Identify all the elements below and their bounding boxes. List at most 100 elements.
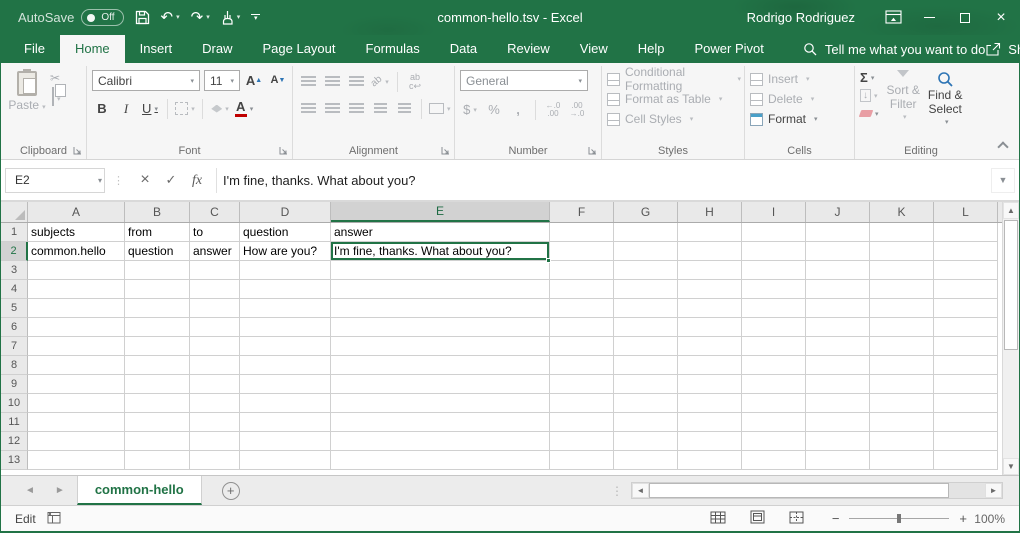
- format-painter-button[interactable]: [50, 109, 61, 127]
- redo-button[interactable]: ↷: [191, 10, 210, 25]
- increase-decimal-button[interactable]: ←.0.00: [543, 99, 563, 120]
- cell-A11[interactable]: [28, 413, 125, 432]
- cell-K9[interactable]: [870, 375, 934, 394]
- cell-C11[interactable]: [190, 413, 240, 432]
- cell-E13[interactable]: [331, 451, 550, 470]
- percent-style-button[interactable]: %: [484, 99, 504, 120]
- cell-J9[interactable]: [806, 375, 870, 394]
- cell-K1[interactable]: [870, 223, 934, 242]
- cell-A3[interactable]: [28, 261, 125, 280]
- cell-A6[interactable]: [28, 318, 125, 337]
- cell-H10[interactable]: [678, 394, 742, 413]
- align-right-button[interactable]: [346, 98, 366, 119]
- zoom-out-button[interactable]: −: [832, 511, 840, 526]
- cell-C13[interactable]: [190, 451, 240, 470]
- column-header-H[interactable]: H: [678, 202, 742, 222]
- row-header-12[interactable]: 12: [1, 432, 28, 451]
- font-color-button[interactable]: A: [234, 98, 254, 119]
- clipboard-dialog-launcher[interactable]: [73, 146, 82, 155]
- tab-draw[interactable]: Draw: [187, 35, 247, 63]
- cell-H12[interactable]: [678, 432, 742, 451]
- cell-L7[interactable]: [934, 337, 998, 356]
- cell-H7[interactable]: [678, 337, 742, 356]
- zoom-slider[interactable]: [849, 518, 949, 519]
- name-box[interactable]: E2: [5, 168, 105, 193]
- cell-C8[interactable]: [190, 356, 240, 375]
- next-sheet-button[interactable]: ►: [55, 485, 65, 496]
- horizontal-scrollbar[interactable]: ◄ ►: [631, 482, 1003, 499]
- column-header-D[interactable]: D: [240, 202, 331, 222]
- delete-cells-button[interactable]: Delete: [750, 89, 851, 109]
- cell-L5[interactable]: [934, 299, 998, 318]
- cell-K7[interactable]: [870, 337, 934, 356]
- tab-review[interactable]: Review: [492, 35, 565, 63]
- underline-button[interactable]: U: [140, 98, 160, 119]
- cell-I9[interactable]: [742, 375, 806, 394]
- cell-F13[interactable]: [550, 451, 614, 470]
- merge-center-button[interactable]: [429, 98, 451, 119]
- cell-L12[interactable]: [934, 432, 998, 451]
- cell-D13[interactable]: [240, 451, 331, 470]
- cell-B5[interactable]: [125, 299, 190, 318]
- decrease-font-size-button[interactable]: A▼: [268, 70, 288, 91]
- vertical-scroll-track[interactable]: [1003, 351, 1019, 458]
- tab-power-pivot[interactable]: Power Pivot: [680, 35, 779, 63]
- cell-E11[interactable]: [331, 413, 550, 432]
- tab-file[interactable]: File: [9, 35, 60, 63]
- cell-L13[interactable]: [934, 451, 998, 470]
- cell-J2[interactable]: [806, 242, 870, 261]
- cell-E3[interactable]: [331, 261, 550, 280]
- cell-I7[interactable]: [742, 337, 806, 356]
- cell-I11[interactable]: [742, 413, 806, 432]
- cell-J11[interactable]: [806, 413, 870, 432]
- minimize-button[interactable]: [911, 0, 947, 35]
- cell-G9[interactable]: [614, 375, 678, 394]
- cell-F8[interactable]: [550, 356, 614, 375]
- cell-B10[interactable]: [125, 394, 190, 413]
- normal-view-button[interactable]: [710, 511, 726, 527]
- font-name-combo[interactable]: Calibri: [92, 70, 200, 91]
- cell-D8[interactable]: [240, 356, 331, 375]
- macro-record-button[interactable]: [47, 511, 61, 527]
- row-header-3[interactable]: 3: [1, 261, 28, 280]
- cell-D2[interactable]: How are you?: [240, 242, 331, 261]
- cell-L8[interactable]: [934, 356, 998, 375]
- cell-F1[interactable]: [550, 223, 614, 242]
- zoom-in-button[interactable]: +: [959, 511, 967, 526]
- cell-B4[interactable]: [125, 280, 190, 299]
- cell-C3[interactable]: [190, 261, 240, 280]
- cell-G7[interactable]: [614, 337, 678, 356]
- cell-F2[interactable]: [550, 242, 614, 261]
- cell-G12[interactable]: [614, 432, 678, 451]
- cell-J8[interactable]: [806, 356, 870, 375]
- cell-H13[interactable]: [678, 451, 742, 470]
- cell-H3[interactable]: [678, 261, 742, 280]
- column-header-A[interactable]: A: [28, 202, 125, 222]
- cell-G4[interactable]: [614, 280, 678, 299]
- row-header-4[interactable]: 4: [1, 280, 28, 299]
- previous-sheet-button[interactable]: ◄: [25, 485, 35, 496]
- tab-home[interactable]: Home: [60, 35, 125, 63]
- cell-F12[interactable]: [550, 432, 614, 451]
- cell-J1[interactable]: [806, 223, 870, 242]
- cell-K12[interactable]: [870, 432, 934, 451]
- cell-C9[interactable]: [190, 375, 240, 394]
- row-header-11[interactable]: 11: [1, 413, 28, 432]
- row-header-8[interactable]: 8: [1, 356, 28, 375]
- alignment-dialog-launcher[interactable]: [441, 146, 450, 155]
- sheet-tab-common-hello[interactable]: common-hello: [77, 476, 202, 505]
- cell-L2[interactable]: [934, 242, 998, 261]
- column-header-J[interactable]: J: [806, 202, 870, 222]
- cell-E12[interactable]: [331, 432, 550, 451]
- cell-G10[interactable]: [614, 394, 678, 413]
- row-header-6[interactable]: 6: [1, 318, 28, 337]
- cell-J7[interactable]: [806, 337, 870, 356]
- cell-C12[interactable]: [190, 432, 240, 451]
- conditional-formatting-button[interactable]: Conditional Formatting: [607, 69, 741, 89]
- customize-quick-access-button[interactable]: ▾: [251, 14, 260, 22]
- cell-K10[interactable]: [870, 394, 934, 413]
- accounting-format-button[interactable]: $: [460, 99, 480, 120]
- cell-G6[interactable]: [614, 318, 678, 337]
- tab-scrollbar-splitter[interactable]: ⋮: [611, 484, 623, 498]
- cell-A8[interactable]: [28, 356, 125, 375]
